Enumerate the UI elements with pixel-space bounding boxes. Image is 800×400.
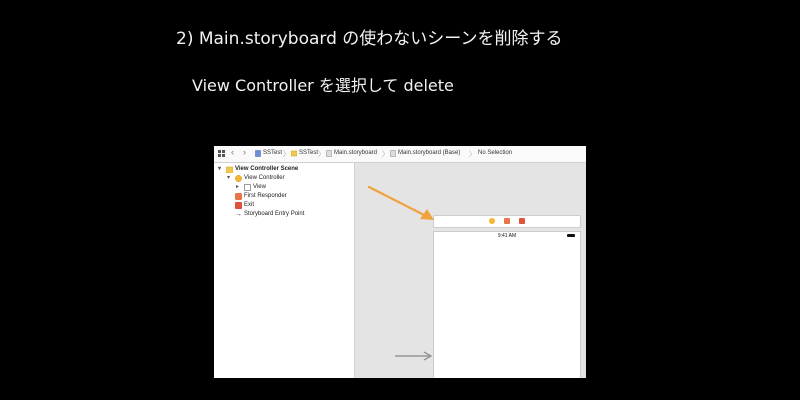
outline-label-entry-point: Storyboard Entry Point [244,211,305,217]
storyboard-base-file-icon [390,150,396,157]
dock-view-controller-icon[interactable] [489,218,495,224]
scene-folder-icon [226,166,233,173]
status-bar-time: 9:41 AM [497,233,517,239]
outline-label-first-responder: First Responder [244,193,287,199]
outline-label-view-controller: View Controller [244,175,285,181]
scene-dock[interactable] [433,215,581,228]
battery-icon [567,234,575,237]
storyboard-file-icon [326,150,332,157]
view-controller-icon [235,175,242,182]
jumpbar-separator-icon: 〉 [469,151,476,158]
project-file-icon [255,150,261,157]
annotation-arrow-icon [367,185,434,220]
entry-point-arrow-icon: → [235,211,242,218]
outline-label-scene: View Controller Scene [235,166,299,172]
jumpbar-separator-icon: 〉 [318,151,325,158]
related-items-grid-icon[interactable] [218,150,225,157]
back-arrow-icon[interactable]: ‹ [231,147,234,157]
dock-exit-icon[interactable] [519,218,525,224]
jumpbar-separator-icon: 〉 [283,151,290,158]
jumpbar-item-storyboard-base[interactable]: Main.storyboard (Base) [398,150,460,156]
view-controller-scene[interactable]: 9:41 AM [433,231,581,378]
jump-bar: ‹ › SSTest 〉 SSTest 〉 Main.storyboard 〉 … [214,146,586,163]
first-responder-icon [235,193,242,200]
jumpbar-item-folder[interactable]: SSTest [299,150,318,156]
view-icon [244,184,251,191]
jumpbar-item-project[interactable]: SSTest [263,150,282,156]
slide-subheading: View Controller を選択して delete [192,76,454,95]
slide-heading: 2) Main.storyboard の使わないシーンを削除する [176,29,563,49]
folder-icon [291,150,297,157]
outline-label-view: View [253,184,266,190]
document-outline: ▾ View Controller Scene ▾ View Controlle… [214,163,355,378]
exit-icon [235,202,242,209]
disclosure-expanded-icon[interactable]: ▾ [218,165,221,174]
jumpbar-item-storyboard[interactable]: Main.storyboard [334,150,377,156]
xcode-window-screenshot: ‹ › SSTest 〉 SSTest 〉 Main.storyboard 〉 … [214,146,586,378]
dock-first-responder-icon[interactable] [504,218,510,224]
disclosure-collapsed-icon[interactable]: ▸ [236,183,239,192]
outline-label-exit: Exit [244,202,255,208]
disclosure-expanded-icon[interactable]: ▾ [227,174,230,183]
jumpbar-separator-icon: 〉 [382,151,389,158]
forward-arrow-icon[interactable]: › [243,147,246,157]
entry-point-arrow-icon [395,351,433,361]
jumpbar-item-selection[interactable]: No Selection [478,150,512,156]
